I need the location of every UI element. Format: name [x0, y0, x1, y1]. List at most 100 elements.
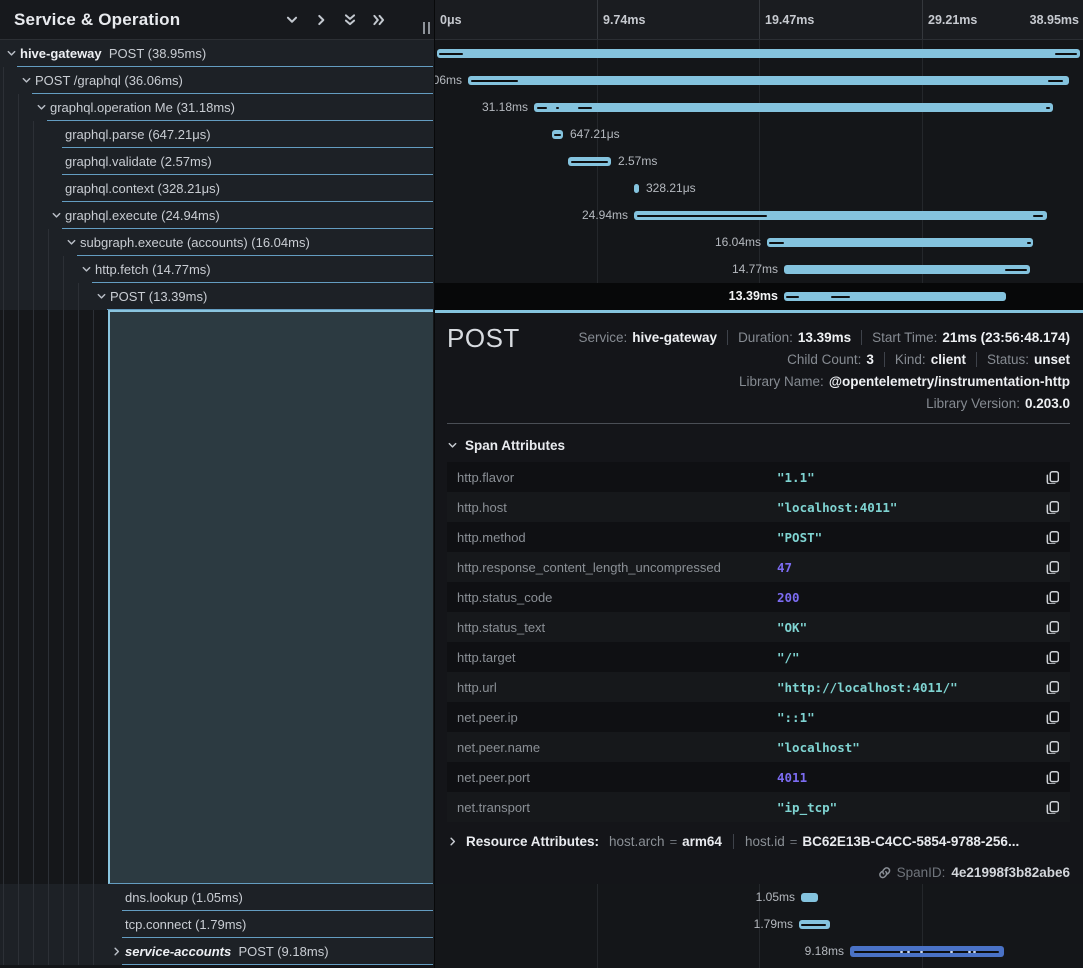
- span-duration-bar[interactable]: [634, 184, 639, 193]
- span-bar-row[interactable]: 36.06ms: [435, 67, 1083, 94]
- span-attributes-header[interactable]: Span Attributes: [447, 435, 565, 455]
- selected-span-expanded-region[interactable]: [0, 310, 434, 884]
- span-duration-bar[interactable]: [552, 130, 563, 139]
- ruler-tick: 0μs: [440, 0, 462, 40]
- resource-value: BC62E13B-C4CC-5854-9788-256...: [802, 834, 1019, 849]
- span-bar-row[interactable]: 24.94ms: [435, 202, 1083, 229]
- chevron-down-icon[interactable]: [65, 236, 78, 249]
- span-tree-row[interactable]: subgraph.execute (accounts) (16.04ms): [0, 229, 434, 256]
- span-tree-row[interactable]: graphql.operation Me (31.18ms): [0, 94, 434, 121]
- detail-meta-line: Service:hive-gatewayDuration:13.39msStar…: [578, 326, 1070, 348]
- meta-label: Child Count:: [787, 352, 861, 367]
- indent-guides: [0, 229, 64, 256]
- span-tree-panel: Service & Operation hive-gateway POST (3…: [0, 0, 434, 968]
- span-bar-row[interactable]: 9.18ms: [435, 938, 1083, 965]
- span-id-label: SpanID:: [897, 865, 946, 880]
- span-tree-row[interactable]: graphql.parse (647.21μs): [0, 121, 434, 148]
- chevron-down-icon[interactable]: [5, 47, 18, 60]
- span-duration-bar[interactable]: [850, 946, 1004, 957]
- indent-guides: [0, 256, 79, 283]
- attribute-row: http.host"localhost:4011": [447, 492, 1070, 522]
- bar-duration-label: 24.94ms: [582, 202, 628, 229]
- meta-label: Kind:: [895, 352, 926, 367]
- copy-icon[interactable]: [1042, 467, 1062, 487]
- span-tree-row[interactable]: hive-gateway POST (38.95ms): [0, 40, 434, 67]
- span-bar-row[interactable]: 14.77ms: [435, 256, 1083, 283]
- meta-label: Duration:: [738, 330, 793, 345]
- chevron-down-icon[interactable]: [80, 263, 93, 276]
- span-tree-row[interactable]: POST /graphql (36.06ms): [0, 67, 434, 94]
- span-bar-row[interactable]: 1.79ms: [435, 911, 1083, 938]
- span-bar-row[interactable]: 1.05ms: [435, 884, 1083, 911]
- chevron-down-icon[interactable]: [95, 290, 108, 303]
- attribute-row: http.target"/": [447, 642, 1070, 672]
- bar-duration-label: 9.18ms: [805, 938, 844, 965]
- copy-icon[interactable]: [1042, 617, 1062, 637]
- span-bar-row[interactable]: 328.21μs: [435, 175, 1083, 202]
- span-tree-row[interactable]: service-accounts POST (9.18ms): [0, 938, 434, 965]
- span-duration-bar[interactable]: [784, 292, 1006, 301]
- event-dot: [907, 951, 910, 953]
- chevron-down-icon[interactable]: [20, 74, 33, 87]
- span-tree-row[interactable]: dns.lookup (1.05ms): [0, 884, 434, 911]
- ruler-gridline: [759, 0, 760, 39]
- span-duration-bar[interactable]: [568, 157, 611, 166]
- meta-value: unset: [1034, 352, 1070, 367]
- span-duration-bar[interactable]: [634, 211, 1047, 220]
- timeline-body: POST Service:hive-gatewayDuration:13.39m…: [435, 40, 1083, 968]
- attribute-value: 47: [777, 560, 1042, 575]
- copy-icon[interactable]: [1042, 707, 1062, 727]
- copy-icon[interactable]: [1042, 497, 1062, 517]
- attribute-key: http.target: [457, 650, 777, 665]
- span-bar-row[interactable]: 2.57ms: [435, 148, 1083, 175]
- link-icon[interactable]: [878, 866, 891, 879]
- span-tree-row[interactable]: tcp.connect (1.79ms): [0, 911, 434, 938]
- span-bar-row[interactable]: [435, 40, 1083, 67]
- collapse-all-icon[interactable]: [339, 9, 361, 31]
- copy-icon[interactable]: [1042, 677, 1062, 697]
- span-bar-row[interactable]: 13.39ms: [435, 283, 1083, 310]
- span-duration-bar[interactable]: [437, 49, 1080, 58]
- collapse-one-icon[interactable]: [281, 9, 303, 31]
- bar-duration-label: 31.18ms: [482, 94, 528, 121]
- expand-one-icon[interactable]: [310, 9, 332, 31]
- meta-value: 13.39ms: [798, 330, 851, 345]
- span-tree-row[interactable]: POST (13.39ms): [0, 283, 434, 310]
- copy-icon[interactable]: [1042, 767, 1062, 787]
- timeline-panel: 0μs9.74ms19.47ms29.21ms38.95ms POST Serv…: [434, 0, 1083, 968]
- copy-icon[interactable]: [1042, 737, 1062, 757]
- self-time-mark: [1033, 215, 1043, 217]
- span-bar-row[interactable]: 31.18ms: [435, 94, 1083, 121]
- panel-resize-handle[interactable]: [421, 22, 431, 36]
- attribute-key: http.flavor: [457, 470, 777, 485]
- chevron-down-icon[interactable]: [50, 209, 63, 222]
- indent-guides: [0, 121, 49, 148]
- span-duration-bar[interactable]: [784, 265, 1030, 274]
- expand-all-icon[interactable]: [368, 9, 390, 31]
- ruler-tick: 29.21ms: [928, 0, 977, 40]
- bar-duration-label: 13.39ms: [729, 283, 778, 310]
- span-duration-bar[interactable]: [767, 238, 1033, 247]
- span-duration-bar[interactable]: [534, 103, 1053, 112]
- chevron-down-icon[interactable]: [35, 101, 48, 114]
- trace-viewer: Service & Operation hive-gateway POST (3…: [0, 0, 1083, 968]
- span-tree-row[interactable]: graphql.context (328.21μs): [0, 175, 434, 202]
- span-tree-row[interactable]: graphql.validate (2.57ms): [0, 148, 434, 175]
- copy-icon[interactable]: [1042, 587, 1062, 607]
- span-duration-bar[interactable]: [801, 893, 818, 902]
- detail-meta-line: Library Name:@opentelemetry/instrumentat…: [739, 370, 1070, 392]
- resource-attributes-row[interactable]: Resource Attributes: host.arch=arm64host…: [447, 829, 1070, 853]
- span-tree-row[interactable]: graphql.execute (24.94ms): [0, 202, 434, 229]
- span-duration-bar[interactable]: [799, 920, 830, 929]
- span-tree-row[interactable]: http.fetch (14.77ms): [0, 256, 434, 283]
- span-bar-row[interactable]: 647.21μs: [435, 121, 1083, 148]
- copy-icon[interactable]: [1042, 527, 1062, 547]
- meta-label: Status:: [987, 352, 1029, 367]
- span-duration-bar[interactable]: [468, 76, 1069, 85]
- span-bar-row[interactable]: 16.04ms: [435, 229, 1083, 256]
- copy-icon[interactable]: [1042, 797, 1062, 817]
- copy-icon[interactable]: [1042, 557, 1062, 577]
- copy-icon[interactable]: [1042, 647, 1062, 667]
- chevron-right-icon[interactable]: [110, 945, 123, 958]
- chevron-down-icon: [447, 440, 458, 451]
